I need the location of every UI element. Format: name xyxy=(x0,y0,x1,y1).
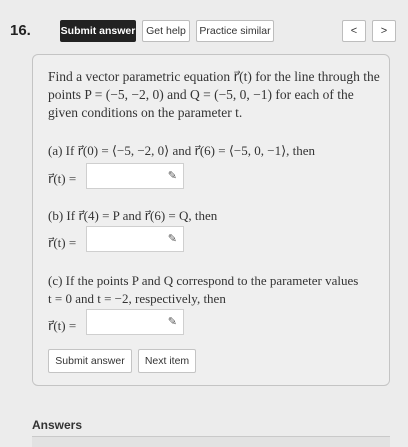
part-a-r-label: r⃗(t) = xyxy=(48,171,77,186)
answers-panel xyxy=(32,436,390,447)
part-c-line-1: (c) If the points P and Q correspond to … xyxy=(48,273,359,288)
problem-statement: Find a vector parametric equation r⃗(t) … xyxy=(48,68,384,122)
chevron-left-icon: < xyxy=(350,25,358,37)
problem-line-1: Find a vector parametric equation r⃗(t) … xyxy=(48,69,380,84)
part-c-answer-field[interactable]: ✎ xyxy=(86,309,184,335)
part-a-answer-field[interactable]: ✎ xyxy=(86,163,184,189)
bottom-submit-answer-button[interactable]: Submit answer xyxy=(48,349,132,373)
pencil-icon[interactable]: ✎ xyxy=(168,232,177,245)
part-b-text: (b) If r⃗(4) = P and r⃗(6) = Q, then xyxy=(48,208,218,223)
next-question-button[interactable]: > xyxy=(372,20,396,42)
problem-line-2: points P = (−5, −2, 0) and Q = (−5, 0, −… xyxy=(48,87,354,102)
part-c-text: (c) If the points P and Q correspond to … xyxy=(48,272,384,308)
question-number: 16. xyxy=(10,22,31,39)
answers-heading: Answers xyxy=(32,418,83,432)
part-a-text: (a) If r⃗(0) = ⟨−5, −2, 0⟩ and r⃗(6) = ⟨… xyxy=(48,143,316,158)
part-b-r-label: r⃗(t) = xyxy=(48,235,77,250)
submit-answer-button[interactable]: Submit answer xyxy=(60,20,136,42)
pencil-icon[interactable]: ✎ xyxy=(168,315,177,328)
pencil-icon[interactable]: ✎ xyxy=(168,169,177,182)
next-item-button[interactable]: Next item xyxy=(138,349,196,373)
chevron-right-icon: > xyxy=(380,25,388,37)
get-help-button[interactable]: Get help xyxy=(142,20,190,42)
part-c-r-label: r⃗(t) = xyxy=(48,318,77,333)
part-c-line-2: t = 0 and t = −2, respectively, then xyxy=(48,291,226,306)
problem-line-3: given conditions on the parameter t. xyxy=(48,105,243,120)
previous-question-button[interactable]: < xyxy=(342,20,366,42)
part-b-answer-field[interactable]: ✎ xyxy=(86,226,184,252)
practice-similar-button[interactable]: Practice similar xyxy=(196,20,274,42)
